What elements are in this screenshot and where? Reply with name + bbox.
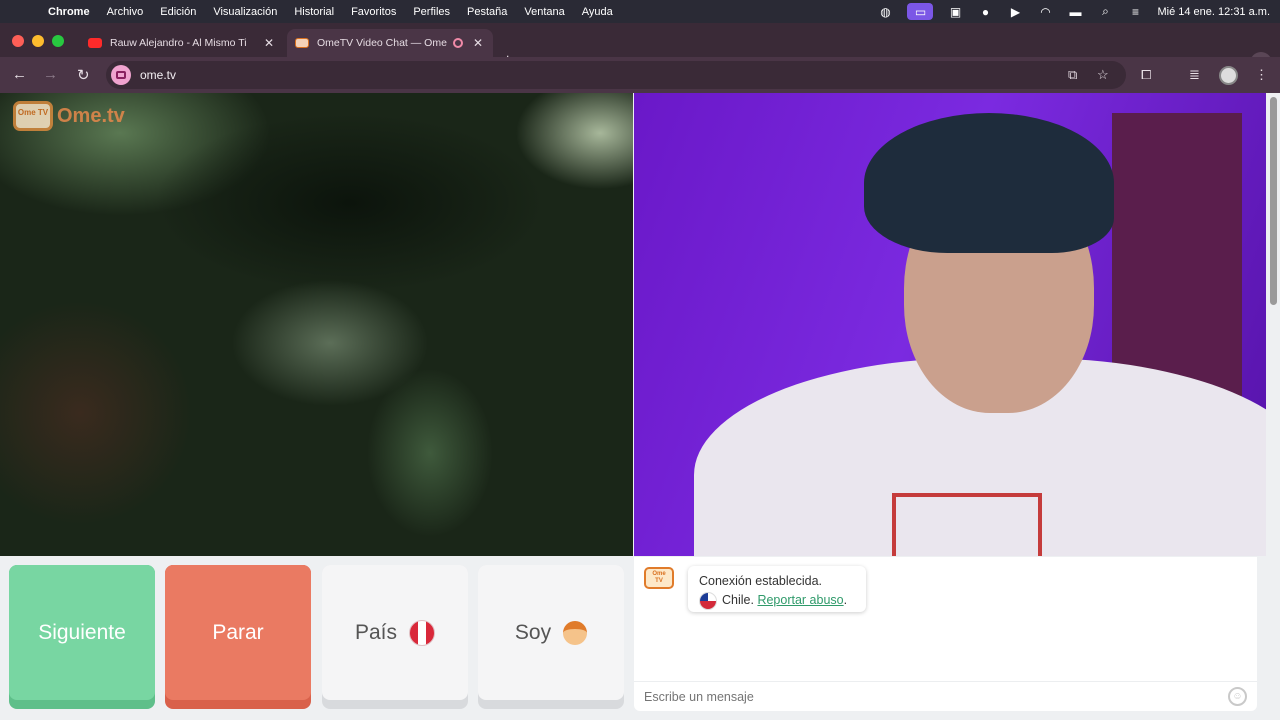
tab-title: Rauw Alejandro - Al Mismo Ti — [110, 37, 247, 49]
address-bar[interactable]: ome.tv — [106, 61, 1126, 89]
message-input[interactable] — [644, 688, 1204, 706]
control-center-icon[interactable]: ≡ — [1127, 5, 1143, 19]
remote-video: Ome TV Ome.tv — [0, 93, 633, 556]
menu-clock[interactable]: Mié 14 ene. 12:31 a.m. — [1157, 6, 1270, 18]
shirt-print — [892, 493, 1042, 556]
more-menu-icon[interactable]: ⋮ — [1255, 67, 1268, 83]
ometv-icon — [295, 38, 309, 48]
bookmark-star-icon[interactable]: ☆ — [1097, 67, 1109, 83]
user-icon[interactable]: ● — [977, 5, 993, 19]
next-label: Siguiente — [38, 620, 126, 644]
install-app-icon[interactable]: ⧉ — [1068, 67, 1077, 83]
system-message: Conexión establecida. Chile. Reportar ab… — [688, 566, 866, 612]
ometv-logo[interactable]: Ome TV Ome.tv — [13, 101, 125, 131]
back-arrow-icon[interactable]: ← — [12, 66, 27, 83]
stop-label: Parar — [212, 620, 264, 644]
url-text[interactable]: ome.tv — [140, 68, 176, 82]
country-label: País — [354, 620, 398, 644]
gender-label: Soy — [514, 620, 552, 644]
boy-icon — [563, 620, 588, 645]
page-scrollbar[interactable] — [1267, 93, 1280, 720]
report-abuse-link[interactable]: Reportar abuso — [757, 591, 843, 610]
extensions-icon[interactable]: ⧠ — [1141, 67, 1151, 83]
close-icon[interactable]: ✕ — [262, 36, 276, 50]
forward-arrow-icon[interactable]: → — [43, 66, 58, 83]
menu-favoritos[interactable]: Favoritos — [351, 6, 396, 18]
person-cap — [864, 113, 1114, 253]
menu-app-name[interactable]: Chrome — [48, 6, 90, 18]
tab-title: OmeTV Video Chat — Ome — [317, 37, 447, 49]
tab-youtube[interactable]: Rauw Alejandro - Al Mismo Ti ✕ — [80, 29, 284, 57]
battery-icon[interactable]: ▬ — [1067, 5, 1083, 19]
connection-status: Conexión establecida. — [699, 574, 822, 588]
screen-share-icon[interactable]: ▭ — [907, 3, 934, 20]
menu-ayuda[interactable]: Ayuda — [582, 6, 613, 18]
close-icon[interactable]: ✕ — [471, 36, 485, 50]
minimize-window-button[interactable] — [32, 35, 44, 47]
gender-button[interactable]: Soy — [478, 565, 624, 709]
camera-icon[interactable] — [111, 65, 131, 85]
wifi-icon[interactable]: ◠ — [1037, 5, 1053, 19]
tv-icon: Ome TV — [13, 101, 53, 131]
chile-flag-icon — [699, 591, 717, 610]
logo-text: Ome.tv — [57, 104, 125, 127]
country-button[interactable]: País — [322, 565, 468, 709]
tor-icon[interactable]: ◍ — [877, 5, 893, 19]
recording-icon — [453, 38, 463, 48]
tab-ometv[interactable]: OmeTV Video Chat — Ome ✕ — [287, 29, 493, 57]
partner-country: Chile. — [722, 593, 754, 607]
message-bar: ☺ — [634, 681, 1257, 709]
youtube-icon — [88, 38, 102, 48]
spotlight-search-icon[interactable]: ⌕ — [1097, 4, 1113, 19]
chat-panel: Ome TV Conexión establecida. Chile. Repor… — [634, 557, 1257, 711]
local-video — [634, 93, 1266, 556]
media-control-icon[interactable]: ≣ — [1189, 67, 1200, 83]
scrollbar-thumb[interactable] — [1270, 97, 1277, 305]
menu-edicion[interactable]: Edición — [160, 6, 196, 18]
reload-icon[interactable]: ↻ — [77, 66, 90, 84]
browser-toolbar: ← → ↻ ome.tv ⧉ ☆ ⧠ ≣ ⋮ — [0, 57, 1280, 93]
peru-flag-icon — [409, 619, 436, 646]
report-suffix: . — [843, 593, 848, 607]
profile-avatar[interactable] — [1219, 66, 1238, 85]
menu-archivo[interactable]: Archivo — [107, 6, 144, 18]
tab-strip: Rauw Alejandro - Al Mismo Ti ✕ OmeTV Vid… — [0, 23, 1280, 74]
emoji-icon[interactable]: ☺ — [1228, 687, 1247, 706]
screenshot-icon[interactable]: ▣ — [947, 5, 963, 19]
menu-ventana[interactable]: Ventana — [524, 6, 564, 18]
ometv-page: Ome TV Ome.tv Siguiente Parar País Soy O… — [0, 93, 1280, 720]
zoom-window-button[interactable] — [52, 35, 64, 47]
play-icon[interactable]: ▶ — [1007, 5, 1023, 19]
stop-button[interactable]: Parar — [165, 565, 311, 709]
ometv-tv-icon: Ome TV — [644, 567, 674, 589]
next-button[interactable]: Siguiente — [9, 565, 155, 709]
menu-historial[interactable]: Historial — [294, 6, 334, 18]
menu-perfiles[interactable]: Perfiles — [413, 6, 450, 18]
menu-pestana[interactable]: Pestaña — [467, 6, 507, 18]
macos-menu-bar: Chrome Archivo Edición Visualización His… — [0, 0, 1280, 23]
close-window-button[interactable] — [12, 35, 24, 47]
menu-visualizacion[interactable]: Visualización — [213, 6, 277, 18]
